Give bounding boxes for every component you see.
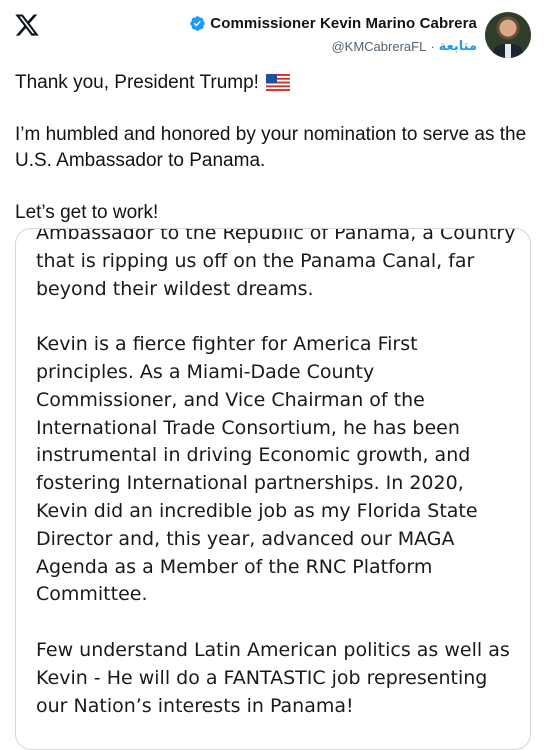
- separator-dot: ·: [430, 38, 435, 54]
- tweet-line-2: I’m humbled and honored by your nominati…: [15, 124, 527, 171]
- quoted-paragraph-2: Kevin is a fierce fighter for America Fi…: [36, 333, 478, 606]
- x-logo-icon[interactable]: [14, 12, 40, 38]
- author-meta-row: @KMCabreraFL · متابعة: [189, 38, 477, 54]
- quoted-paragraph-3: Few understand Latin American politics a…: [36, 638, 510, 717]
- us-flag-icon: [266, 74, 291, 91]
- verified-badge-icon: [190, 15, 206, 31]
- author-name-row: Commissioner Kevin Marino Cabrera: [189, 12, 477, 34]
- tweet-line-3: Let’s get to work!: [15, 202, 159, 223]
- avatar-shirt: [505, 44, 511, 58]
- tweet-line-1: Thank you, President Trump!: [15, 70, 535, 96]
- follow-button[interactable]: متابعة: [439, 38, 477, 54]
- quoted-post-text: Ambassador to the Republic of Panama, a …: [36, 228, 516, 748]
- author-info: Commissioner Kevin Marino Cabrera @KMCab…: [189, 12, 477, 54]
- tweet-line-1-text: Thank you, President Trump!: [15, 72, 259, 93]
- author-handle[interactable]: @KMCabreraFL: [331, 39, 426, 54]
- quoted-post-image[interactable]: Ambassador to the Republic of Panama, a …: [15, 228, 531, 750]
- quoted-paragraph-1: Ambassador to the Republic of Panama, a …: [36, 228, 516, 300]
- tweet-text: Thank you, President Trump! I’m humbled …: [15, 70, 535, 226]
- avatar[interactable]: [485, 12, 531, 58]
- author-header: Commissioner Kevin Marino Cabrera @KMCab…: [189, 12, 531, 58]
- author-name[interactable]: Commissioner Kevin Marino Cabrera: [210, 15, 477, 32]
